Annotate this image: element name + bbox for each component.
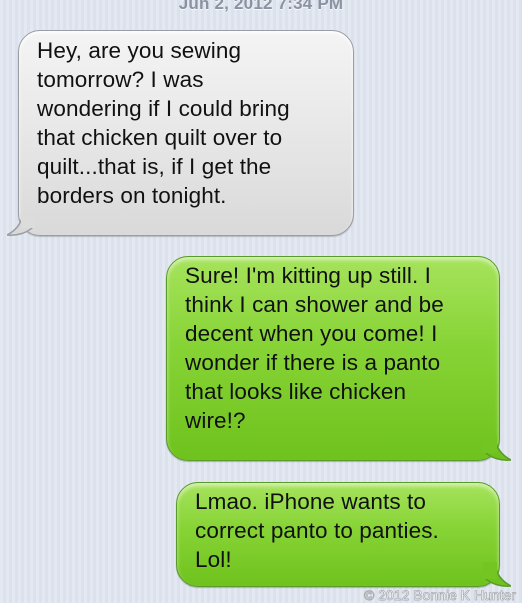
outgoing-message-bubble[interactable]: Lmao. iPhone wants to correct panto to p… [176,482,511,587]
message-timestamp: Jun 2, 2012 7:34 PM [178,0,344,13]
bubble-tail-icon [7,211,35,236]
bubble-tail-icon [483,436,511,461]
outgoing-message-text: Lmao. iPhone wants to correct panto to p… [195,489,439,572]
copyright-watermark: © 2012 Bonnie K Hunter [364,587,516,603]
incoming-message-text: Hey, are you sewing tomorrow? I was wond… [37,38,290,208]
message-thread[interactable]: Jun 2, 2012 7:34 PM Hey, are you sewing … [0,0,522,603]
outgoing-message-text: Sure! I'm kitting up still. I think I ca… [185,263,444,433]
incoming-message-bubble[interactable]: Hey, are you sewing tomorrow? I was wond… [7,30,354,236]
bubble-tail-icon [483,562,511,587]
outgoing-message-bubble[interactable]: Sure! I'm kitting up still. I think I ca… [166,256,511,461]
